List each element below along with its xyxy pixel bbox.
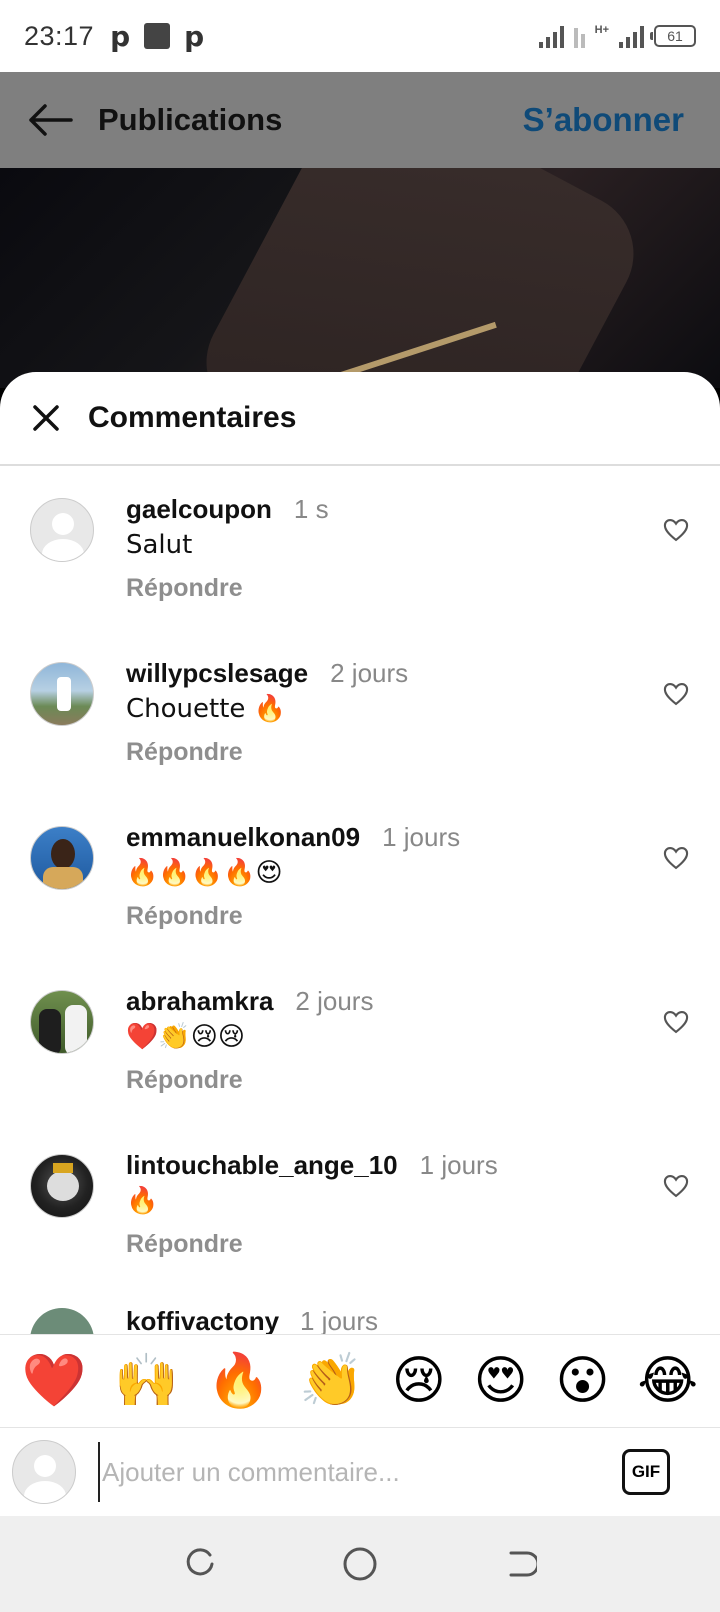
- comments-title: Commentaires: [88, 401, 297, 434]
- reply-button[interactable]: Répondre: [126, 738, 243, 767]
- emoji-surprised-button[interactable]: 😮: [555, 1355, 609, 1407]
- emoji-heart-eyes-button[interactable]: 😍: [474, 1355, 528, 1407]
- emoji-cry-button[interactable]: 😢: [392, 1355, 446, 1407]
- comment-time: 1 jours: [419, 1150, 498, 1180]
- image-notification-icon: [144, 23, 171, 49]
- reply-button[interactable]: Répondre: [126, 574, 243, 603]
- status-bar: 23:17 p p H+ 61: [0, 0, 720, 72]
- emoji-laugh-button[interactable]: 😂: [637, 1355, 698, 1407]
- comment-time: 1 jours: [382, 822, 461, 852]
- pinterest-notification-icon: p: [184, 19, 205, 53]
- comment-item: willypcslesage 2 jours Chouette 🔥 Répond…: [0, 632, 720, 796]
- comment-username[interactable]: abrahamkra: [126, 986, 273, 1017]
- signal-icon: [538, 24, 564, 48]
- comments-list[interactable]: gaelcoupon 1 s Salut Répondre willypcsle…: [0, 468, 720, 1334]
- video-frame: [185, 168, 655, 388]
- recent-apps-icon[interactable]: [180, 1544, 220, 1584]
- comment-username[interactable]: koffivactony: [126, 1306, 279, 1334]
- back-arrow-icon[interactable]: [26, 96, 74, 144]
- emoji-raised-hands-button[interactable]: 🙌: [114, 1355, 179, 1407]
- comment-username[interactable]: lintouchable_ange_10: [126, 1150, 398, 1181]
- emoji-heart-button[interactable]: ❤️: [22, 1355, 87, 1407]
- heart-icon[interactable]: [662, 516, 690, 544]
- comment-text: 🔥: [126, 1186, 159, 1216]
- video-preview[interactable]: [0, 168, 720, 388]
- signal-icon-2: [619, 24, 644, 48]
- pinterest-notification-icon: p: [110, 19, 131, 53]
- heart-icon[interactable]: [662, 680, 690, 708]
- comment-text: Salut: [126, 530, 193, 560]
- gif-button[interactable]: GIF: [622, 1449, 670, 1495]
- heart-icon[interactable]: [662, 844, 690, 872]
- heart-icon[interactable]: [662, 1008, 690, 1036]
- avatar[interactable]: [30, 1154, 94, 1218]
- data-transfer-icon: [573, 24, 585, 48]
- comment-text: 🔥🔥🔥🔥😍: [126, 858, 283, 888]
- page-title: Publications: [98, 102, 283, 137]
- comments-sheet: Commentaires gaelcoupon 1 s Salut Répond…: [0, 372, 720, 1516]
- comment-item: emmanuelkonan09 1 jours 🔥🔥🔥🔥😍 Répondre: [0, 796, 720, 960]
- comment-text: Chouette 🔥: [126, 694, 287, 724]
- comment-username[interactable]: willypcslesage: [126, 658, 308, 689]
- network-type: H+: [594, 24, 609, 36]
- notification-icons: p p: [110, 20, 204, 53]
- comment-time: 2 jours: [295, 986, 374, 1016]
- avatar[interactable]: [30, 662, 94, 726]
- avatar[interactable]: [30, 498, 94, 562]
- emoji-quick-bar: ❤️ 🙌 🔥 👏 😢 😍 😮 😂: [0, 1334, 720, 1428]
- comment-text: ❤️👏😢😢: [126, 1022, 245, 1052]
- comment-input[interactable]: [98, 1442, 622, 1502]
- top-app-bar: Publications S’abonner: [0, 72, 720, 168]
- back-nav-icon[interactable]: [500, 1544, 540, 1584]
- subscribe-button[interactable]: S’abonner: [523, 101, 684, 139]
- my-avatar: [12, 1440, 76, 1504]
- close-icon[interactable]: [26, 398, 66, 438]
- comment-composer: GIF: [0, 1428, 720, 1516]
- comment-time: 1 jours: [300, 1306, 379, 1334]
- battery-level: 61: [667, 28, 683, 44]
- battery-icon: 61: [650, 25, 696, 47]
- comment-item: gaelcoupon 1 s Salut Répondre: [0, 468, 720, 632]
- emoji-fire-button[interactable]: 🔥: [207, 1355, 272, 1407]
- comment-username[interactable]: emmanuelkonan09: [126, 822, 360, 853]
- comment-item: lintouchable_ange_10 1 jours 🔥 Répondre: [0, 1124, 720, 1288]
- comment-time: 2 jours: [330, 658, 409, 688]
- avatar[interactable]: [30, 1308, 94, 1334]
- heart-icon[interactable]: [662, 1172, 690, 1200]
- reply-button[interactable]: Répondre: [126, 1230, 243, 1259]
- avatar[interactable]: [30, 826, 94, 890]
- system-nav-bar: [0, 1516, 720, 1612]
- comment-username[interactable]: gaelcoupon: [126, 494, 272, 525]
- comment-item: abrahamkra 2 jours ❤️👏😢😢 Répondre: [0, 960, 720, 1124]
- comments-header: Commentaires: [0, 372, 720, 466]
- comment-time: 1 s: [293, 494, 329, 524]
- reply-button[interactable]: Répondre: [126, 902, 243, 931]
- comment-item-partial: koffivactony 1 jours: [0, 1288, 720, 1334]
- emoji-clap-button[interactable]: 👏: [299, 1355, 364, 1407]
- avatar[interactable]: [30, 990, 94, 1054]
- home-icon[interactable]: [340, 1544, 380, 1584]
- reply-button[interactable]: Répondre: [126, 1066, 243, 1095]
- status-time: 23:17: [24, 20, 95, 51]
